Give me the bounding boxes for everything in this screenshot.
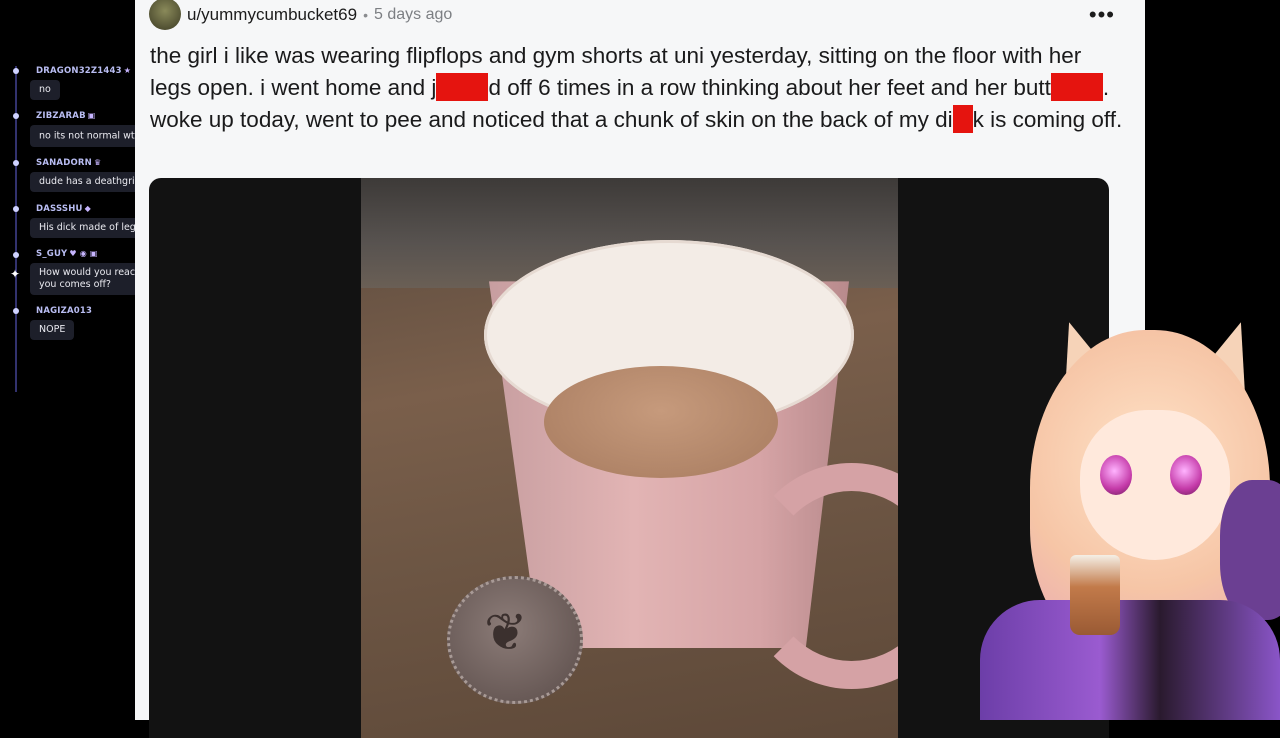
timeline-dot [13,160,19,166]
post-timestamp: 5 days ago [373,6,453,23]
avatar-eye-left [1100,455,1132,495]
chat-message-text: NOPE [30,320,75,340]
chat-message-text: His dick made of lego [30,218,151,238]
badge-icon: ♥ ◉ ▣ [69,249,98,258]
post-body-text: the girl i like was wearing flipflops an… [150,40,1125,136]
censor-bar [436,73,489,101]
badge-icon: ★ [123,66,132,75]
avatar-eye-right [1170,455,1202,495]
chat-username: DASSSHU [36,204,83,214]
chat-message: DASSSHU ◆ His dick made of lego [30,203,151,238]
chat-message-text: no its not normal wtf [39,130,138,142]
coffee-surface [544,366,778,478]
crown-icon: ♛ [93,158,102,167]
timeline-dot [13,308,19,314]
badge-icon: ◆ [84,204,92,213]
user-avatar[interactable] [149,0,181,30]
timeline-dot [13,252,19,258]
post-text-part: d off 6 times in a row thinking about he… [488,75,1051,100]
more-options-icon[interactable]: ••• [1089,2,1115,28]
plush-toy [1220,480,1280,620]
chat-username: S_GUY [36,249,68,259]
chat-message-text: no [30,80,60,100]
timeline-dot [13,68,19,74]
censor-bar [1050,73,1103,101]
post-image[interactable]: ❦ [361,178,898,738]
post-header: u/yummycumbucket69 • 5 days ago [149,0,452,30]
post-username[interactable]: u/yummycumbucket69 [187,5,357,25]
cookie: ❦ [447,576,583,704]
avatar-body [980,600,1280,720]
post-text-part: k is coming off. [972,107,1123,132]
vtuber-avatar [960,300,1280,720]
timeline-dot [13,206,19,212]
chat-username: ZIBZARAB [36,111,86,121]
sparkle-icon: ✦ [10,267,21,281]
separator-dot: • [363,7,368,23]
chat-username: DRAGON32Z1443 [36,66,122,76]
chat-username: SANADORN [36,158,92,168]
timeline-dot [13,113,19,119]
chat-message: NAGIZA013 NOPE [30,305,92,340]
chat-panel: ✦ DRAGON32Z1443 ★ no ZIBZARAB ▣ no its not… [0,0,213,720]
drink-cup [1070,555,1120,635]
chat-username: NAGIZA013 [36,306,93,316]
chat-message: DRAGON32Z1443 ★ no [30,65,131,100]
censor-bar [952,105,973,133]
badge-icon: ▣ [87,111,96,120]
